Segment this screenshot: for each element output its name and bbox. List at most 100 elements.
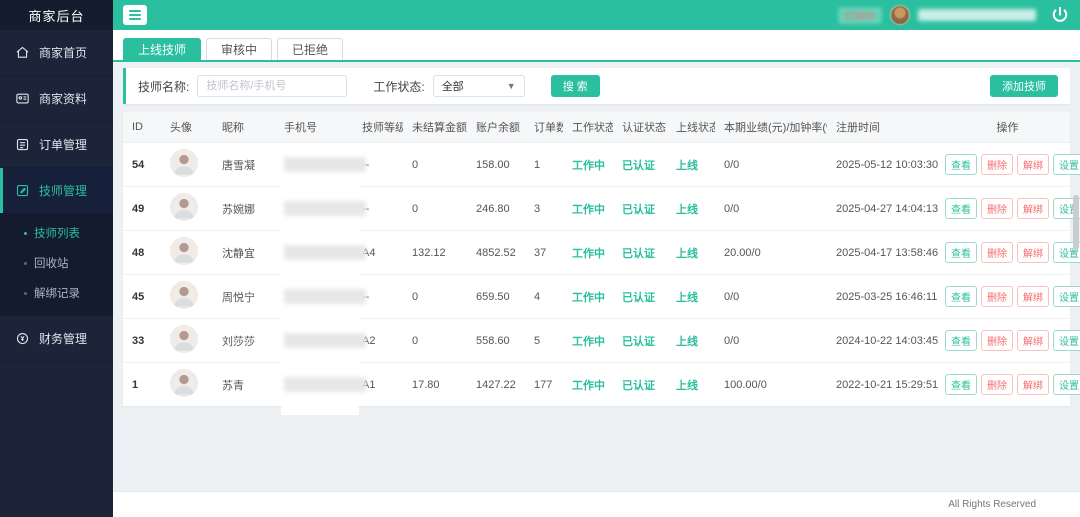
- col-header-work-status: 工作状态: [563, 112, 613, 143]
- row-actions: 查看 删除 解绑 设置: [945, 198, 1080, 219]
- cell-work-status: 工作中: [563, 362, 613, 406]
- cell-orders: 4: [525, 274, 563, 319]
- action-view-button[interactable]: 查看: [945, 286, 977, 307]
- tabs: 上线技师 审核中 已拒绝: [113, 30, 1080, 62]
- table-row: 33 刘莎莎 A2 0 558.60 5 工作中 已认证 上线 0/0 2024…: [123, 318, 1080, 372]
- action-view-button[interactable]: 查看: [945, 242, 977, 263]
- cell-registered: 2025-04-17 13:58:46: [827, 230, 945, 275]
- cell-orders: 37: [525, 230, 563, 275]
- col-header-nickname: 昵称: [213, 112, 275, 143]
- cell-orders: 3: [525, 186, 563, 231]
- sidebar-item-label: 商家资料: [39, 92, 88, 106]
- action-view-button[interactable]: 查看: [945, 374, 977, 395]
- action-delete-button[interactable]: 删除: [981, 242, 1013, 263]
- sidebar-item-profile[interactable]: 商家资料: [0, 76, 113, 122]
- action-settings-button[interactable]: 设置: [1053, 330, 1080, 351]
- user-avatar[interactable]: [890, 5, 910, 25]
- action-settings-button[interactable]: 设置: [1053, 374, 1080, 395]
- tab-online-technicians[interactable]: 上线技师: [123, 38, 202, 60]
- cell-orders: 5: [525, 318, 563, 363]
- footer: All Rights Reserved: [113, 491, 1080, 517]
- cell-phone: [275, 318, 366, 372]
- action-delete-button[interactable]: 删除: [981, 286, 1013, 307]
- cell-auth-status: 已认证: [613, 318, 667, 363]
- action-unbind-button[interactable]: 解绑: [1017, 242, 1049, 263]
- action-unbind-button[interactable]: 解绑: [1017, 154, 1049, 175]
- col-header-actions: 操作: [945, 112, 1070, 143]
- cell-balance: 1427.22: [467, 362, 525, 406]
- col-header-balance: 账户余额: [467, 112, 525, 143]
- home-icon: [15, 45, 30, 60]
- sidebar-item-label: 技师管理: [39, 184, 88, 198]
- search-button[interactable]: 搜 索: [550, 75, 600, 97]
- table-row: 1 苏青 A1 17.80 1427.22 177 工作中 已认证 上线 100…: [123, 362, 1080, 415]
- cell-performance: 100.00/0: [715, 362, 827, 406]
- sidebar-item-technicians[interactable]: 技师管理: [0, 168, 113, 214]
- cell-online-status: 上线: [667, 274, 715, 319]
- sidebar-item-home[interactable]: 商家首页: [0, 30, 113, 76]
- cell-online-status: 上线: [667, 230, 715, 275]
- action-view-button[interactable]: 查看: [945, 154, 977, 175]
- cell-registered: 2022-10-21 15:29:51: [827, 362, 945, 406]
- sidebar-subitem-recycle-bin[interactable]: 回收站: [0, 248, 113, 278]
- sidebar-item-label: 订单管理: [39, 138, 88, 152]
- action-delete-button[interactable]: 删除: [981, 198, 1013, 219]
- cell-balance: 246.80: [467, 186, 525, 231]
- action-unbind-button[interactable]: 解绑: [1017, 330, 1049, 351]
- sidebar-subitem-technician-list[interactable]: 技师列表: [0, 218, 113, 248]
- orders-icon: [15, 137, 30, 152]
- action-unbind-button[interactable]: 解绑: [1017, 374, 1049, 395]
- cell-work-status: 工作中: [563, 318, 613, 363]
- action-unbind-button[interactable]: 解绑: [1017, 198, 1049, 219]
- sidebar-subitem-unbind-records[interactable]: 解绑记录: [0, 278, 113, 308]
- cell-avatar: [161, 142, 213, 187]
- sidebar-item-finance[interactable]: 财务管理: [0, 316, 113, 362]
- scrollbar-thumb[interactable]: [1073, 195, 1079, 250]
- action-settings-button[interactable]: 设置: [1053, 154, 1080, 175]
- table-row: 45 周悦宁 -- 0 659.50 4 工作中 已认证 上线 0/0 2025…: [123, 274, 1080, 328]
- content: 上线技师 审核中 已拒绝 技师名称: 工作状态: 全部 ▼ 搜 索 添加技师: [113, 30, 1080, 517]
- action-settings-button[interactable]: 设置: [1053, 286, 1080, 307]
- technician-name-input[interactable]: [197, 75, 348, 97]
- cell-actions: 查看 删除 解绑 设置: [945, 274, 1080, 319]
- action-view-button[interactable]: 查看: [945, 198, 977, 219]
- cell-online-status: 上线: [667, 362, 715, 406]
- cell-id: 49: [123, 186, 161, 231]
- cell-orders: 1: [525, 142, 563, 187]
- technician-avatar: [170, 149, 198, 177]
- technician-avatar: [170, 369, 198, 397]
- cell-work-status: 工作中: [563, 274, 613, 319]
- power-icon[interactable]: [1050, 5, 1070, 25]
- action-delete-button[interactable]: 删除: [981, 154, 1013, 175]
- finance-icon: [15, 331, 30, 346]
- action-delete-button[interactable]: 删除: [981, 330, 1013, 351]
- action-unbind-button[interactable]: 解绑: [1017, 286, 1049, 307]
- add-technician-button[interactable]: 添加技师: [990, 75, 1058, 97]
- col-header-auth-status: 认证状态: [613, 112, 667, 143]
- col-header-orders: 订单数: [525, 112, 563, 143]
- copyright-text: All Rights Reserved: [948, 499, 1036, 510]
- work-status-select[interactable]: 全部 ▼: [432, 75, 525, 97]
- hamburger-menu-button[interactable]: [123, 5, 147, 25]
- cell-phone: [275, 230, 366, 284]
- sidebar-item-orders[interactable]: 订单管理: [0, 122, 113, 168]
- table-row: 54 唐雪凝 -- 0 158.00 1 工作中 已认证 上线 0/0 2025…: [123, 142, 1080, 196]
- action-view-button[interactable]: 查看: [945, 330, 977, 351]
- col-header-performance: 本期业绩(元)/加钟率(%): [715, 112, 827, 143]
- cell-work-status: 工作中: [563, 142, 613, 187]
- technician-avatar: [170, 193, 198, 221]
- table-header-row: ID 头像 昵称 手机号 技师等级 未结算金额 账户余额 订单数 工作状态 认证…: [123, 112, 1070, 143]
- sidebar-item-label: 商家首页: [39, 46, 88, 60]
- table-row: 49 苏婉娜 -- 0 246.80 3 工作中 已认证 上线 0/0 2025…: [123, 186, 1080, 240]
- tab-rejected[interactable]: 已拒绝: [277, 38, 344, 60]
- row-actions: 查看 删除 解绑 设置: [945, 154, 1080, 175]
- tab-under-review[interactable]: 审核中: [206, 38, 273, 60]
- cell-phone: [275, 362, 366, 415]
- shop-state-button[interactable]: 打烊中: [838, 6, 882, 24]
- topbar: 打烊中: [113, 0, 1080, 30]
- action-delete-button[interactable]: 删除: [981, 374, 1013, 395]
- cell-auth-status: 已认证: [613, 230, 667, 275]
- cell-performance: 0/0: [715, 186, 827, 231]
- cell-registered: 2025-05-12 10:03:30: [827, 142, 945, 187]
- cell-unsettled: 132.12: [403, 230, 467, 275]
